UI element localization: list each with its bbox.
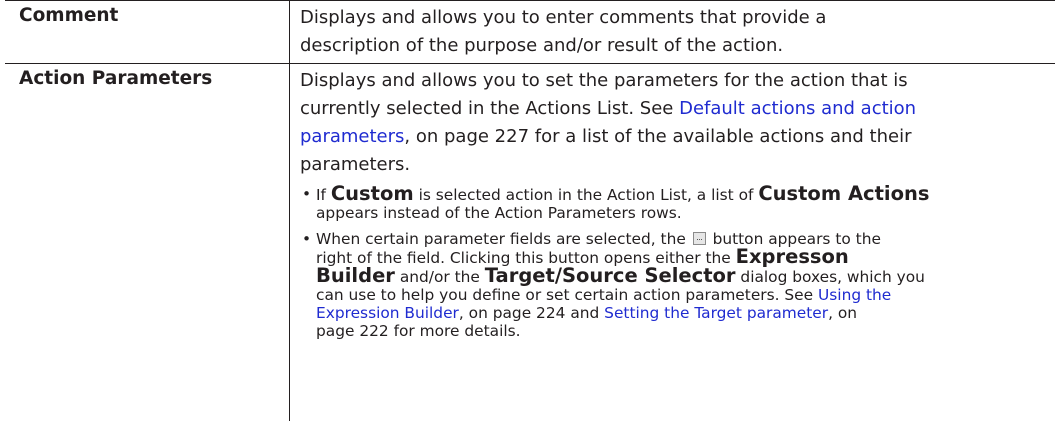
bullet-1-line-2: appears instead of the Action Parameters… <box>316 204 682 222</box>
ellipsis-button-icon <box>692 232 706 245</box>
desc-comment: Displays and allows you to enter comment… <box>300 4 1052 60</box>
bullet-2-line-3-post: dialog boxes, which you <box>735 268 925 286</box>
desc-line-2-text: currently selected in the Actions List. … <box>300 98 680 119</box>
bullet-2-line-3-mid: and/or the <box>394 268 485 286</box>
setting-target-parameter-link[interactable]: Setting the Target parameter <box>604 304 828 322</box>
term-action-parameters: Action Parameters <box>19 68 213 89</box>
bullet-1-mid: is selected action in the Action List, a… <box>413 186 759 204</box>
bullet-dot: • <box>302 230 312 248</box>
custom-actions-term: Custom Actions <box>758 182 930 205</box>
using-expression-builder-link-continued[interactable]: Expression Builder <box>316 304 459 322</box>
using-expression-builder-link[interactable]: Using the <box>818 286 891 304</box>
bullet-1-text: If <box>316 186 331 204</box>
bullet-2-line-5-post: , on <box>828 304 858 322</box>
target-source-selector-term: Target/Source Selector <box>484 264 736 287</box>
definition-table: Comment Displays and allows you to enter… <box>0 0 1055 421</box>
default-actions-link[interactable]: Default actions and action <box>679 98 916 119</box>
table-column-divider <box>289 0 290 421</box>
bullet-2-line-5: Expression Builder, on page 224 and Sett… <box>316 304 1052 322</box>
desc-line-4: parameters. <box>300 154 411 175</box>
desc-comment-line-2: description of the purpose and/or result… <box>300 35 784 56</box>
bullet-list: • If Custom is selected action in the Ac… <box>300 182 1052 340</box>
desc-line-2: currently selected in the Actions List. … <box>300 95 1052 123</box>
bullet-2-line-4-text: can use to help you define or set certai… <box>316 286 819 304</box>
bullet-1-line-1: If Custom is selected action in the Acti… <box>316 182 1052 205</box>
bullet-parameter-fields: • When certain parameter fields are sele… <box>300 230 1052 340</box>
default-actions-link-continued[interactable]: parameters <box>300 126 404 147</box>
bullet-2-text: When certain parameter fields are select… <box>316 230 691 248</box>
desc-comment-line-1: Displays and allows you to enter comment… <box>300 7 827 28</box>
desc-line-3: parameters, on page 227 for a list of th… <box>300 123 1052 151</box>
table-top-rule <box>5 0 1055 1</box>
bullet-2-line-3: Builder and/or the Target/Source Selecto… <box>316 264 1052 287</box>
term-comment: Comment <box>19 5 119 26</box>
desc-line-3-text: , on page 227 for a list of the availabl… <box>404 126 912 147</box>
desc-action-parameters: Displays and allows you to set the param… <box>300 67 1052 179</box>
bullet-2-line-5-mid: , on page 224 and <box>458 304 605 322</box>
builder-term: Builder <box>316 264 395 287</box>
custom-term: Custom <box>330 182 414 205</box>
bullet-2-line-6: page 222 for more details. <box>316 322 521 340</box>
bullet-custom: • If Custom is selected action in the Ac… <box>300 182 1052 222</box>
bullet-2-line-4: can use to help you define or set certai… <box>316 286 1052 304</box>
expresson-term: Expresson <box>735 245 849 268</box>
bullet-dot: • <box>302 185 312 203</box>
table-row-divider <box>5 63 1055 64</box>
desc-line-1: Displays and allows you to set the param… <box>300 70 908 91</box>
bullet-2-line-1: When certain parameter fields are select… <box>316 230 1052 248</box>
